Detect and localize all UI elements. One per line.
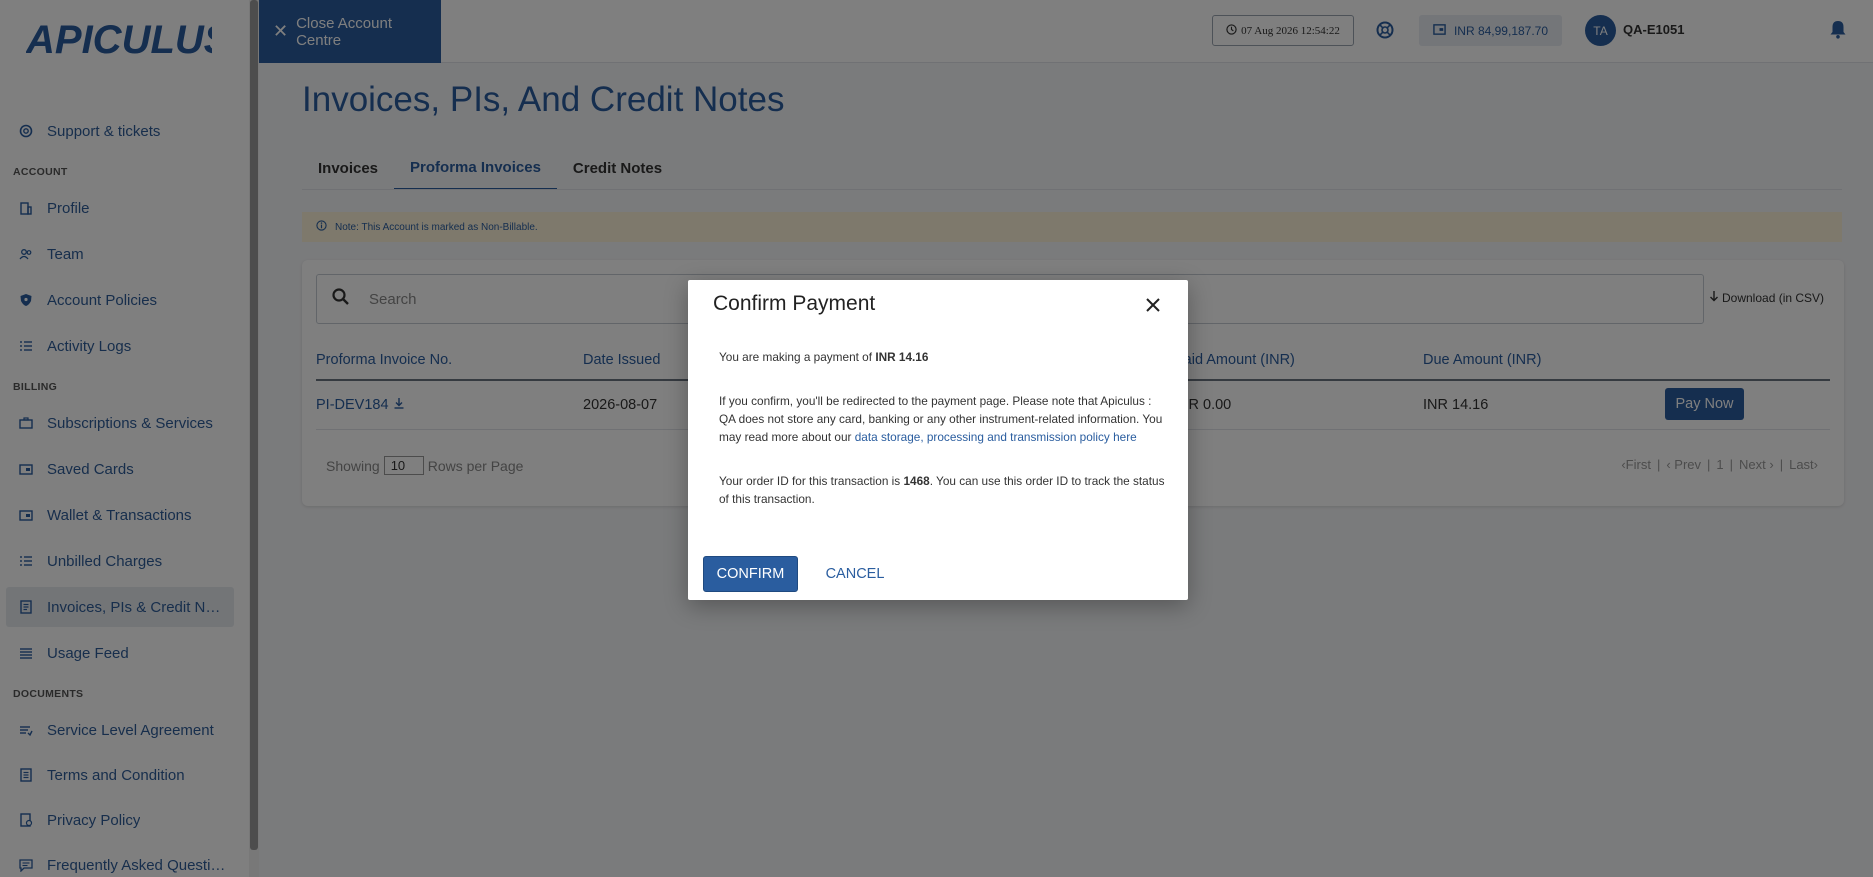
policy-link[interactable]: data storage, processing and transmissio… xyxy=(855,430,1137,444)
order-id-text: Your order ID for this transaction is 14… xyxy=(719,472,1169,508)
confirm-payment-dialog: Confirm Payment You are making a payment… xyxy=(688,280,1188,600)
amount-prefix: You are making a payment of xyxy=(719,350,876,364)
cancel-button[interactable]: CANCEL xyxy=(812,556,898,592)
redirect-notice: If you confirm, you'll be redirected to … xyxy=(719,392,1169,446)
payment-amount-text: You are making a payment of INR 14.16 xyxy=(719,348,1169,366)
order-id: 1468 xyxy=(903,474,930,488)
dialog-title: Confirm Payment xyxy=(713,292,876,315)
order-prefix: Your order ID for this transaction is xyxy=(719,474,904,488)
close-icon[interactable] xyxy=(1140,292,1166,318)
dialog-body: You are making a payment of INR 14.16 If… xyxy=(719,348,1169,534)
payment-amount: INR 14.16 xyxy=(875,350,929,364)
confirm-button[interactable]: CONFIRM xyxy=(703,556,798,592)
